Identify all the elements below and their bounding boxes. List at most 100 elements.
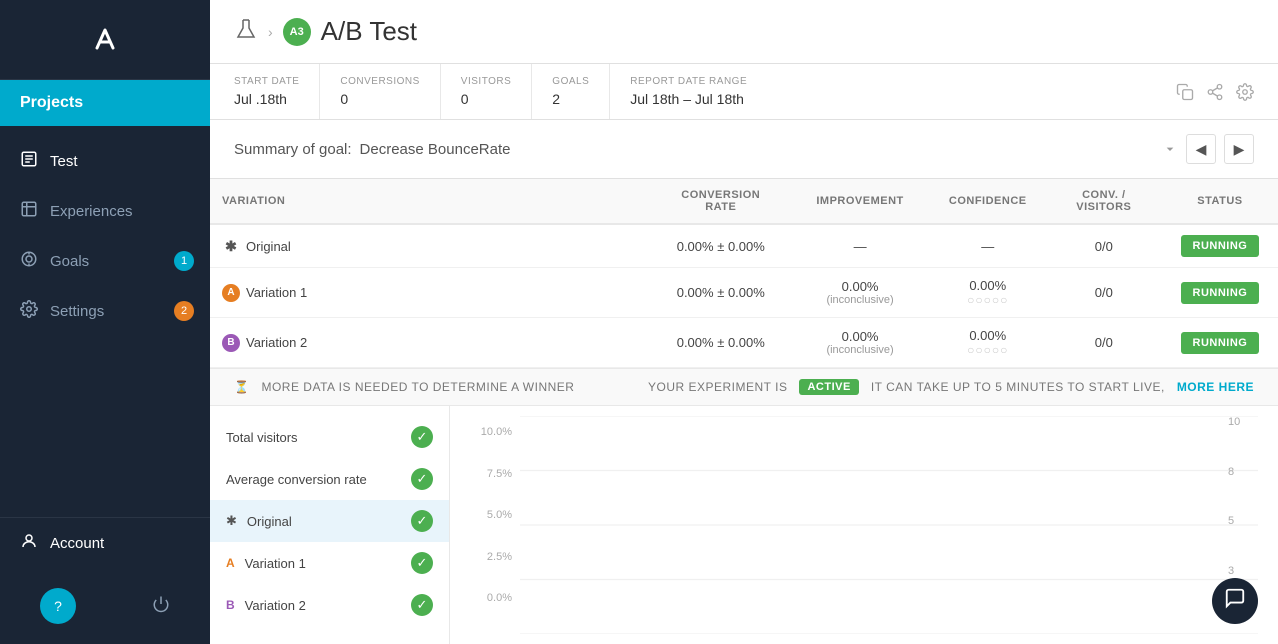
chat-icon	[1224, 587, 1246, 615]
table-row: ✱ Original 0.00% ± 0.00% — — 0/0 RUNNING	[210, 224, 1278, 268]
original-badge: ✱	[222, 237, 240, 255]
confidence-a-value: 0.00%	[942, 278, 1034, 293]
stat-conversions-value: 0	[340, 91, 419, 107]
sidebar-projects-btn[interactable]: Projects	[0, 80, 210, 126]
sidebar-item-goals[interactable]: Goals 1	[0, 236, 210, 286]
legend-item-variation2[interactable]: B Variation 2 ✓	[210, 584, 449, 626]
share-button[interactable]	[1206, 83, 1224, 101]
table-row: A Variation 1 0.00% ± 0.00% 0.00% (incon…	[210, 268, 1278, 318]
confidence-original: —	[930, 224, 1046, 268]
settings-button[interactable]	[1236, 83, 1254, 101]
more-here-link[interactable]: MORE HERE	[1177, 380, 1254, 394]
legend-check-avg: ✓	[411, 468, 433, 490]
y-label-1: 7.5%	[487, 468, 512, 480]
legend-variation1-label: Variation 1	[245, 556, 306, 571]
col-conv-visitors: CONV. /VISITORS	[1046, 179, 1162, 224]
original-name: Original	[246, 239, 291, 254]
legend-item-total-visitors[interactable]: Total visitors ✓	[210, 416, 449, 458]
question-icon: ?	[54, 598, 62, 614]
chart-legend: Total visitors ✓ Average conversion rate…	[210, 406, 450, 644]
prev-goal-button[interactable]: ◀	[1186, 134, 1216, 164]
stat-goals: GOALS 2	[552, 64, 610, 119]
account-icon	[20, 532, 38, 554]
conv-visitors-original: 0/0	[1046, 224, 1162, 268]
winner-bar: ⏳ MORE DATA IS NEEDED TO DETERMINE A WIN…	[210, 368, 1278, 406]
y-axis-left: 10.0% 7.5% 5.0% 2.5% 0.0%	[470, 426, 520, 604]
sidebar-item-settings[interactable]: Settings 2	[0, 286, 210, 336]
conv-visitors-a: 0/0	[1046, 268, 1162, 318]
improvement-b-value: 0.00%	[802, 329, 917, 344]
sidebar-nav: Test Experiences Goals 1 Settings 2	[0, 126, 210, 517]
status-b: RUNNING	[1162, 318, 1278, 368]
stat-start-date-value: Jul .18th	[234, 91, 299, 107]
ab-badge-label: A3	[290, 26, 304, 38]
active-badge: ACTIVE	[799, 379, 858, 395]
stat-visitors-value: 0	[461, 91, 512, 107]
legend-check-a: ✓	[411, 552, 433, 574]
running-button-a[interactable]: RUNNING	[1181, 282, 1260, 304]
summary-dropdown-btn[interactable]	[1162, 134, 1178, 164]
legend-total-visitors-label: Total visitors	[226, 430, 298, 445]
col-status: STATUS	[1162, 179, 1278, 224]
status-original: RUNNING	[1162, 224, 1278, 268]
improvement-a: 0.00% (inconclusive)	[790, 268, 929, 318]
page-title: A/B Test	[321, 16, 417, 47]
summary-bar: Summary of goal: Decrease BounceRate ◀ ▶	[210, 120, 1278, 179]
legend-avg-conversion-label: Average conversion rate	[226, 472, 367, 487]
sidebar-item-test-label: Test	[50, 153, 78, 170]
confidence-a-stars: ○○○○○	[942, 293, 1034, 307]
conv-rate-a: 0.00% ± 0.00%	[651, 268, 790, 318]
next-goal-button[interactable]: ▶	[1224, 134, 1254, 164]
legend-variation2-label: Variation 2	[245, 598, 306, 613]
chart-inner	[520, 416, 1258, 634]
running-button-b[interactable]: RUNNING	[1181, 332, 1260, 354]
variation-b-badge: B	[222, 334, 240, 352]
sidebar-item-account[interactable]: Account	[0, 517, 210, 568]
stat-start-date-label: START DATE	[234, 76, 299, 87]
legend-a-symbol: A	[226, 556, 235, 570]
legend-check-b: ✓	[411, 594, 433, 616]
sidebar-item-experiences[interactable]: Experiences	[0, 186, 210, 236]
improvement-original: —	[790, 224, 929, 268]
sidebar-account-label: Account	[50, 535, 104, 552]
improvement-b-sub: (inconclusive)	[802, 344, 917, 356]
copy-button[interactable]	[1176, 83, 1194, 101]
legend-item-variation1[interactable]: A Variation 1 ✓	[210, 542, 449, 584]
goals-icon	[20, 250, 38, 272]
stat-visitors: VISITORS 0	[461, 64, 533, 119]
y-right-label-2: 5	[1228, 515, 1234, 527]
col-conversion-rate: CONVERSIONRATE	[651, 179, 790, 224]
sidebar-item-settings-label: Settings	[50, 303, 104, 320]
chart-area: Total visitors ✓ Average conversion rate…	[210, 406, 1278, 644]
prev-icon: ◀	[1196, 141, 1207, 158]
legend-check-total: ✓	[411, 426, 433, 448]
legend-item-avg-conversion[interactable]: Average conversion rate ✓	[210, 458, 449, 500]
stat-actions	[1176, 64, 1254, 119]
confidence-a: 0.00% ○○○○○	[930, 268, 1046, 318]
main-content: › A3 A/B Test START DATE Jul .18th CONVE…	[210, 0, 1278, 644]
confidence-b: 0.00% ○○○○○	[930, 318, 1046, 368]
help-button[interactable]: ?	[40, 588, 76, 624]
status-a: RUNNING	[1162, 268, 1278, 318]
variation-b-name: Variation 2	[246, 335, 307, 350]
stat-start-date: START DATE Jul .18th	[234, 64, 320, 119]
legend-b-symbol: B	[226, 598, 235, 612]
stat-goals-value: 2	[552, 91, 589, 107]
variation-cell-original: ✱ Original	[210, 224, 651, 268]
power-button[interactable]	[132, 581, 190, 632]
chat-button[interactable]	[1212, 578, 1258, 624]
legend-check-original: ✓	[411, 510, 433, 532]
variation-cell-a: A Variation 1	[210, 268, 651, 318]
suffix-text: IT CAN TAKE UP TO 5 MINUTES TO START LIV…	[871, 380, 1165, 394]
stats-bar: START DATE Jul .18th CONVERSIONS 0 VISIT…	[210, 64, 1278, 120]
next-icon: ▶	[1234, 141, 1245, 158]
col-improvement: IMPROVEMENT	[790, 179, 929, 224]
stat-report-date: REPORT DATE RANGE Jul 18th – Jul 18th	[630, 64, 767, 119]
improvement-a-sub: (inconclusive)	[802, 294, 917, 306]
sidebar-item-test[interactable]: Test	[0, 136, 210, 186]
legend-item-original[interactable]: ✱ Original ✓	[210, 500, 449, 542]
running-button-original[interactable]: RUNNING	[1181, 235, 1260, 257]
confidence-b-stars: ○○○○○	[942, 343, 1034, 357]
results-table-container: VARIATION CONVERSIONRATE IMPROVEMENT CON…	[210, 179, 1278, 368]
sidebar-bottom: Account ?	[0, 517, 210, 644]
